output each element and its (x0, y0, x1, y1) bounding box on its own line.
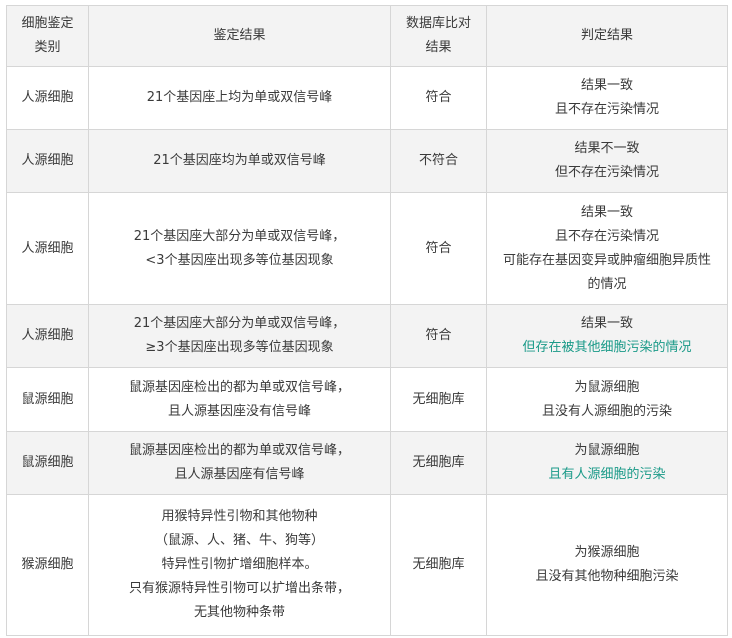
cell-judgement-line: 可能存在基因变异或肿瘤细胞异质性 (502, 252, 711, 268)
cell-db-compare: 无细胞库 (390, 367, 487, 432)
cell-result-line: 21个基因座上均为单或双信号峰 (146, 90, 333, 105)
cell-judgement-line: 的情况 (587, 276, 627, 292)
cell-judgement: 结果不一致但不存在污染情况 (486, 129, 728, 193)
cell-judgement-line: 为鼠源细胞 (574, 443, 640, 458)
cell-judgement-line: 为鼠源细胞 (574, 379, 640, 395)
cell-result-line: 无其他物种条带 (193, 605, 285, 620)
table-row: 人源细胞 21个基因座大部分为单或双信号峰， ≥3个基因座出现多等位基因现象 符合 结果… (6, 304, 728, 368)
cell-judgement-line: 结果一致 (580, 204, 633, 220)
table-row: 人源细胞 21个基因座大部分为单或双信号峰， <3个基因座出现多等位基因现象 符合 结果… (6, 192, 728, 305)
cell-judgement-line: 为猴源细胞 (574, 545, 640, 560)
cell-result-line: 21个基因座均为单或双信号峰 (153, 153, 326, 168)
cell-category-line: 鼠源细胞 (21, 455, 74, 470)
cell-db-compare-line: 无细胞库 (412, 455, 465, 470)
cell-category-line: 人源细胞 (21, 153, 74, 168)
cell-db-compare: 符合 (390, 192, 487, 305)
table-row: 人源细胞 21个基因座均为单或双信号峰 不符合 结果不一致但不存在污染情况 (6, 129, 728, 193)
cell-db-compare-line: 符合 (425, 328, 452, 343)
cell-db-compare: 无细胞库 (390, 431, 487, 495)
cell-judgement: 结果一致且不存在污染情况 (486, 66, 728, 130)
cell-db-compare-line: 无细胞库 (412, 391, 465, 407)
cell-result-line: 只有猴源特异性引物可以扩增出条带， (128, 581, 350, 596)
cell-result-line: （鼠源、人、猪、牛、狗等） (154, 533, 324, 548)
cell-result: 21个基因座大部分为单或双信号峰， ≥3个基因座出现多等位基因现象 (88, 304, 391, 368)
cell-category: 人源细胞 (6, 66, 89, 130)
header-category: 细胞鉴定 类别 (6, 5, 89, 67)
header-result: 鉴定结果 (88, 5, 391, 67)
cell-db-compare: 不符合 (390, 129, 487, 193)
cell-result: 21个基因座大部分为单或双信号峰， <3个基因座出现多等位基因现象 (88, 192, 391, 305)
header-judgement: 判定结果 (486, 5, 728, 67)
table-row: 鼠源细胞 鼠源基因座检出的都为单或双信号峰， 且人源基因座有信号峰 无细胞库 为鼠源细胞… (6, 431, 728, 495)
cell-result-line: 21个基因座大部分为单或双信号峰， (133, 228, 346, 244)
cell-category: 人源细胞 (6, 192, 89, 305)
cell-category: 猴源细胞 (6, 494, 89, 636)
cell-result-line: 特异性引物扩增细胞样本。 (161, 557, 318, 572)
cell-judgement: 结果一致且不存在污染情况可能存在基因变异或肿瘤细胞异质性 的情况 (486, 192, 728, 305)
cell-category-line: 鼠源细胞 (21, 391, 74, 407)
cell-result: 21个基因座上均为单或双信号峰 (88, 66, 391, 130)
cell-result-line: 21个基因座大部分为单或双信号峰， (133, 316, 346, 331)
cell-category: 人源细胞 (6, 304, 89, 368)
cell-result: 鼠源基因座检出的都为单或双信号峰， 且人源基因座有信号峰 (88, 431, 391, 495)
cell-judgement-line: 但不存在污染情况 (554, 165, 659, 180)
cell-judgement-line: 且不存在污染情况 (554, 102, 659, 117)
header-db-compare: 数据库比对 结果 (390, 5, 487, 67)
table-body: 人源细胞 21个基因座上均为单或双信号峰 符合 结果一致 且不存在污染情况 人源细胞 21个… (6, 66, 728, 636)
cell-judgement-line: 且没有其他物种细胞污染 (535, 569, 679, 584)
cell-judgement: 为鼠源细胞且有人源细胞的污染 (486, 431, 728, 495)
cell-result-line: 且人源基因座有信号峰 (174, 467, 305, 482)
cell-judgement-line: 且有人源细胞的污染 (548, 467, 666, 482)
cell-judgement: 为猴源细胞且没有其他物种细胞污染 (486, 494, 728, 636)
cell-category: 人源细胞 (6, 129, 89, 193)
table-row: 鼠源细胞 鼠源基因座检出的都为单或双信号峰， 且人源基因座没有信号峰 无细胞库 为鼠源细… (6, 367, 728, 432)
table-row: 猴源细胞 用猴特异性引物和其他物种 （鼠源、人、猪、牛、狗等） 特异性引物扩增细胞样本… (6, 494, 728, 636)
cell-judgement-line: 但存在被其他细胞污染的情况 (522, 340, 692, 355)
cell-result: 21个基因座均为单或双信号峰 (88, 129, 391, 193)
cell-judgement-line: 结果不一致 (574, 141, 640, 156)
cell-db-compare-line: 符合 (425, 90, 452, 105)
cell-result: 用猴特异性引物和其他物种 （鼠源、人、猪、牛、狗等） 特异性引物扩增细胞样本。只有猴… (88, 494, 391, 636)
cell-judgement-line: 且不存在污染情况 (554, 228, 659, 244)
cell-db-compare-line: 不符合 (418, 153, 458, 168)
cell-result: 鼠源基因座检出的都为单或双信号峰， 且人源基因座没有信号峰 (88, 367, 391, 432)
cell-category-line: 猴源细胞 (21, 557, 74, 572)
cell-category-line: 人源细胞 (21, 240, 74, 256)
cell-db-compare: 无细胞库 (390, 494, 487, 636)
cell-judgement-line: 结果一致 (580, 316, 633, 331)
table-row: 人源细胞 21个基因座上均为单或双信号峰 符合 结果一致且不存在污染情况 (6, 66, 728, 130)
cell-result-line: 鼠源基因座检出的都为单或双信号峰， (128, 443, 350, 458)
cell-category-line: 人源细胞 (21, 328, 74, 343)
cell-result-line: 用猴特异性引物和其他物种 (161, 509, 318, 524)
cell-result-line: 且人源基因座没有信号峰 (167, 403, 311, 419)
cell-db-compare-line: 符合 (425, 240, 452, 256)
cell-result-line: 鼠源基因座检出的都为单或双信号峰， (128, 379, 350, 395)
cell-judgement-line: 且没有人源细胞的污染 (541, 403, 672, 419)
cell-db-compare: 符合 (390, 304, 487, 368)
cell-db-compare-line: 无细胞库 (412, 557, 465, 572)
cell-result-line: ≥3个基因座出现多等位基因现象 (145, 340, 334, 355)
str-identification-table: 细胞鉴定 类别 鉴定结果 数据库比对 结果 判定结果 人源细胞 21个基因座上均为… (6, 5, 728, 636)
cell-judgement: 为鼠源细胞且没有人源细胞的污染 (486, 367, 728, 432)
table-header-row: 细胞鉴定 类别 鉴定结果 数据库比对 结果 判定结果 (6, 5, 728, 67)
cell-judgement-line: 结果一致 (580, 78, 633, 93)
cell-judgement: 结果一致但存在被其他细胞污染的情况 (486, 304, 728, 368)
cell-category-line: 人源细胞 (21, 90, 74, 105)
cell-category: 鼠源细胞 (6, 367, 89, 432)
cell-db-compare: 符合 (390, 66, 487, 130)
cell-category: 鼠源细胞 (6, 431, 89, 495)
cell-result-line: <3个基因座出现多等位基因现象 (145, 252, 334, 268)
